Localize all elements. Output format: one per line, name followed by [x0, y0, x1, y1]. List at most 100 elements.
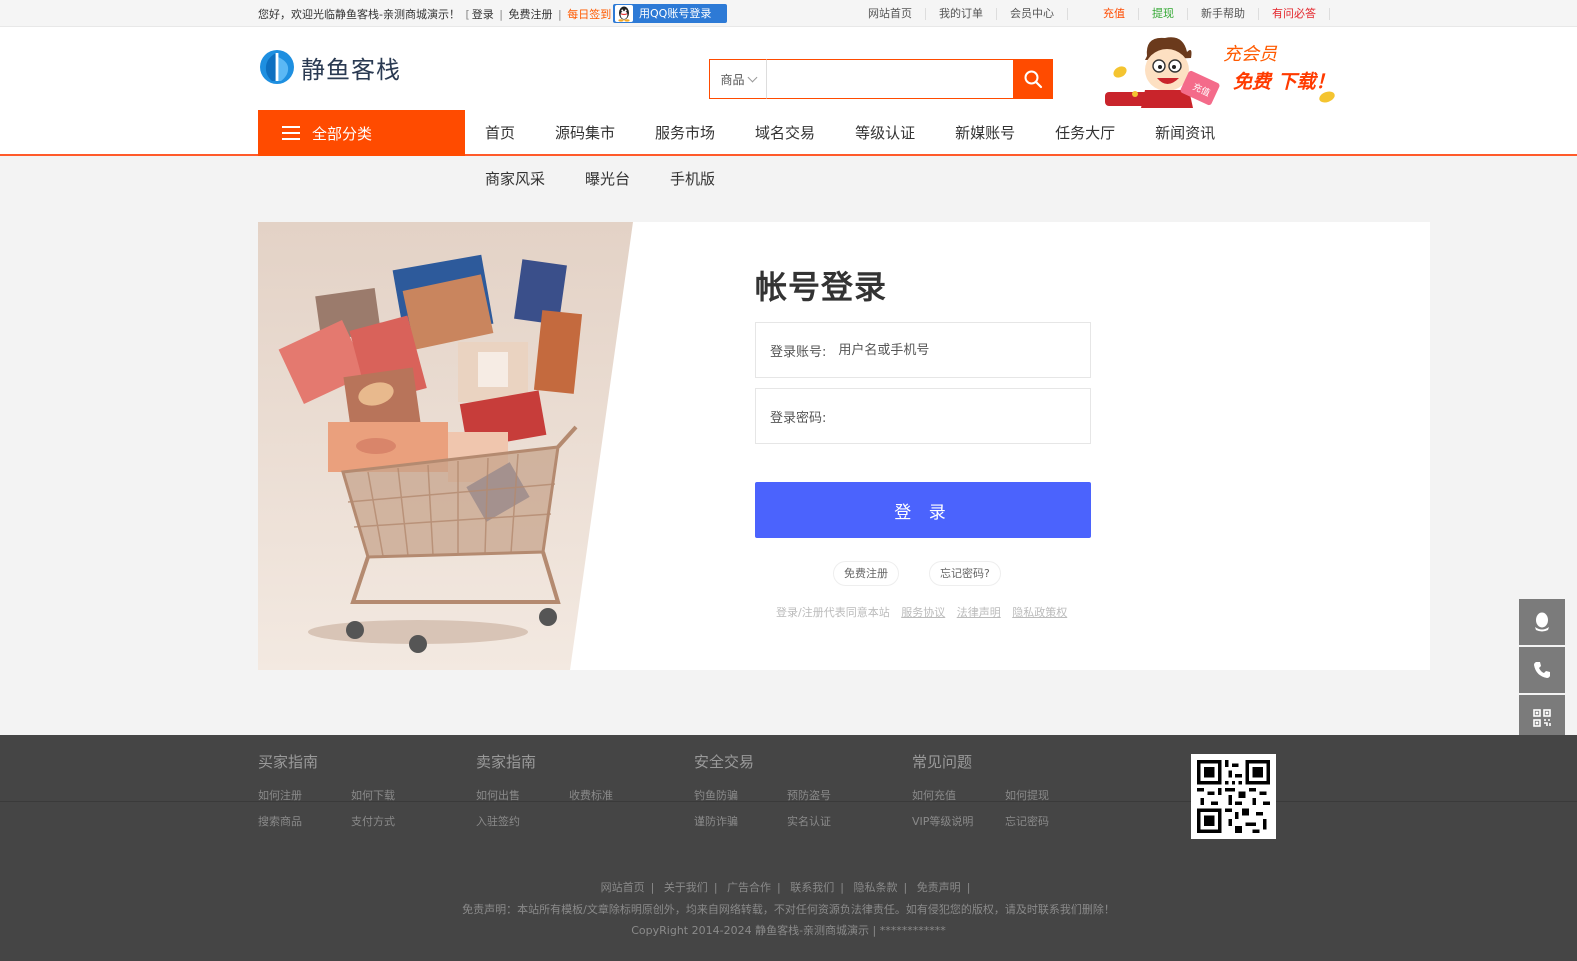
login-panel: 帐号登录 登录账号: 登录密码: 登 录 免费注册 忘记密码? 登录/注册代表同…	[258, 222, 1430, 670]
top-link-recharge[interactable]: 充值	[1090, 7, 1139, 20]
footer-nav-home[interactable]: 网站首页	[601, 881, 645, 894]
footer-link[interactable]: 如何注册	[258, 787, 351, 803]
top-link-home[interactable]: 网站首页	[855, 7, 926, 20]
footer-col-title: 常见问题	[912, 753, 973, 771]
top-bar: 您好，欢迎光临静鱼客栈-亲测商城演示！ [登录 | 免费注册 | 每日签到] 用…	[0, 0, 1577, 27]
side-phone-button[interactable]	[1519, 647, 1565, 693]
promo-line1: 充会员	[1223, 44, 1277, 65]
footer-link[interactable]: 如何充值	[912, 787, 1005, 803]
qq-login-label: 用QQ账号登录	[639, 7, 712, 20]
footer-link[interactable]: 预防盗号	[787, 787, 880, 803]
search-category-select[interactable]: 商品	[709, 59, 767, 99]
top-link-qa[interactable]: 有问必答	[1259, 7, 1330, 20]
top-link-orders[interactable]: 我的订单	[926, 7, 997, 20]
footer-link[interactable]: 忘记密码	[1005, 813, 1098, 829]
logo-text: 静鱼客栈	[301, 55, 401, 84]
top-links: 网站首页 我的订单 会员中心 充值 提现 新手帮助 有问必答	[855, 0, 1330, 27]
footer-col-faq: 常见问题 如何充值 如何提现 VIP等级说明 忘记密码	[912, 751, 1098, 829]
footer-link[interactable]: VIP等级说明	[912, 813, 1005, 829]
footer: 买家指南 如何注册 如何下载 搜索商品 支付方式 卖家指南 如何出售 收费标准 …	[0, 735, 1577, 961]
logo-icon	[260, 50, 294, 84]
account-label: 登录账号:	[770, 344, 827, 360]
footer-nav-about[interactable]: 关于我们	[664, 881, 708, 894]
top-link-withdraw[interactable]: 提现	[1139, 7, 1188, 20]
footer-link[interactable]: 钓鱼防骗	[694, 787, 787, 803]
qq-icon	[1535, 612, 1549, 632]
forgot-password-link[interactable]: 忘记密码?	[929, 561, 1001, 586]
nav-item-source-market[interactable]: 源码集市	[535, 110, 635, 156]
account-input[interactable]	[826, 330, 1090, 370]
footer-col-seller: 卖家指南 如何出售 收费标准 入驻签约	[476, 751, 662, 829]
search-icon	[1024, 70, 1043, 89]
footer-link[interactable]: 收费标准	[569, 787, 662, 803]
footer-nav-contact[interactable]: 联系我们	[790, 881, 834, 894]
nav-item-merchants[interactable]: 商家风采	[465, 158, 565, 200]
checkin-link[interactable]: 每日签到	[567, 8, 611, 21]
footer-qrcode	[1191, 754, 1276, 839]
footer-link[interactable]: 实名认证	[787, 813, 880, 829]
sub-nav: 商家风采 曝光台 手机版	[465, 158, 735, 200]
nav-links: 首页 源码集市 服务市场 域名交易 等级认证 新媒账号 任务大厅 新闻资讯	[465, 110, 1235, 156]
search-category-label: 商品	[720, 72, 745, 87]
footer-nav-privacy[interactable]: 隐私条款	[853, 881, 897, 894]
terms-prefix: 登录/注册代表同意本站	[776, 606, 890, 619]
side-qq-button[interactable]	[1519, 599, 1565, 645]
footer-nav-disclaimer[interactable]: 免责声明	[917, 881, 961, 894]
footer-link[interactable]: 谨防诈骗	[694, 813, 787, 829]
nav-item-mobile[interactable]: 手机版	[650, 158, 735, 200]
menu-icon	[282, 126, 300, 140]
footer-nav-ads[interactable]: 广告合作	[727, 881, 771, 894]
nav-item-domain-trade[interactable]: 域名交易	[735, 110, 835, 156]
terms-notice: 登录/注册代表同意本站 服务协议 法律声明 隐私政策权	[776, 604, 1067, 620]
nav-item-task-hall[interactable]: 任务大厅	[1035, 110, 1135, 156]
top-register-link[interactable]: 免费注册	[508, 8, 552, 21]
welcome-text: 您好，欢迎光临静鱼客栈-亲测商城演示！	[258, 8, 460, 21]
footer-link[interactable]: 支付方式	[351, 813, 444, 829]
footer-link[interactable]: 入驻签约	[476, 813, 569, 829]
search-button[interactable]	[1013, 59, 1053, 99]
footer-link[interactable]: 搜索商品	[258, 813, 351, 829]
phone-icon	[1534, 662, 1550, 678]
password-label: 登录密码:	[770, 410, 827, 426]
side-toolbar	[1519, 599, 1565, 743]
nav-item-media-accounts[interactable]: 新媒账号	[935, 110, 1035, 156]
qrcode-image	[1197, 760, 1270, 833]
top-link-member[interactable]: 会员中心	[997, 7, 1068, 20]
search-input[interactable]	[767, 59, 1013, 99]
footer-link[interactable]: 如何下载	[351, 787, 444, 803]
nav-item-exposure[interactable]: 曝光台	[565, 158, 650, 200]
terms-privacy-link[interactable]: 隐私政策权	[1012, 606, 1067, 619]
terms-service-link[interactable]: 服务协议	[901, 606, 945, 619]
footer-nav: 网站首页 | 关于我们 | 广告合作 | 联系我们 | 隐私条款 | 免责声明 |	[600, 881, 971, 894]
footer-col-title: 卖家指南	[476, 753, 537, 771]
welcome-area: 您好，欢迎光临静鱼客栈-亲测商城演示！ [登录 | 免费注册 | 每日签到]	[258, 8, 618, 21]
all-categories-label: 全部分类	[312, 124, 373, 143]
terms-legal-link[interactable]: 法律声明	[957, 606, 1001, 619]
qq-login-button[interactable]: 用QQ账号登录	[613, 4, 727, 23]
footer-col-title: 安全交易	[694, 753, 755, 771]
account-field[interactable]: 登录账号:	[755, 322, 1091, 378]
register-link[interactable]: 免费注册	[833, 561, 899, 586]
password-field[interactable]: 登录密码:	[755, 388, 1091, 444]
footer-col-buyer: 买家指南 如何注册 如何下载 搜索商品 支付方式	[258, 751, 444, 829]
site-logo[interactable]: 静鱼客栈	[259, 47, 401, 87]
all-categories-button[interactable]: 全部分类	[258, 110, 465, 156]
main-nav: 全部分类 首页 源码集市 服务市场 域名交易 等级认证 新媒账号 任务大厅 新闻…	[0, 110, 1577, 156]
top-link-help[interactable]: 新手帮助	[1188, 7, 1259, 20]
nav-item-service-market[interactable]: 服务市场	[635, 110, 735, 156]
footer-link[interactable]: 如何提现	[1005, 787, 1098, 803]
nav-item-home[interactable]: 首页	[465, 110, 535, 156]
footer-copyright: CopyRight 2014-2024 静鱼客栈-亲测商城演示 | ******…	[631, 924, 946, 937]
qq-penguin-icon	[615, 5, 633, 22]
top-login-link[interactable]: 登录	[472, 8, 494, 21]
nav-item-level-cert[interactable]: 等级认证	[835, 110, 935, 156]
search-bar: 商品	[709, 59, 1053, 99]
password-input[interactable]	[826, 396, 1090, 436]
footer-link[interactable]: 如何出售	[476, 787, 569, 803]
chevron-down-icon	[747, 72, 757, 82]
footer-col-title: 买家指南	[258, 753, 319, 771]
login-button[interactable]: 登 录	[755, 482, 1091, 538]
nav-item-news[interactable]: 新闻资讯	[1135, 110, 1235, 156]
vip-promo-banner[interactable]: 充值 充会员 免费 下载！	[1105, 32, 1337, 108]
qrcode-icon	[1533, 709, 1551, 727]
